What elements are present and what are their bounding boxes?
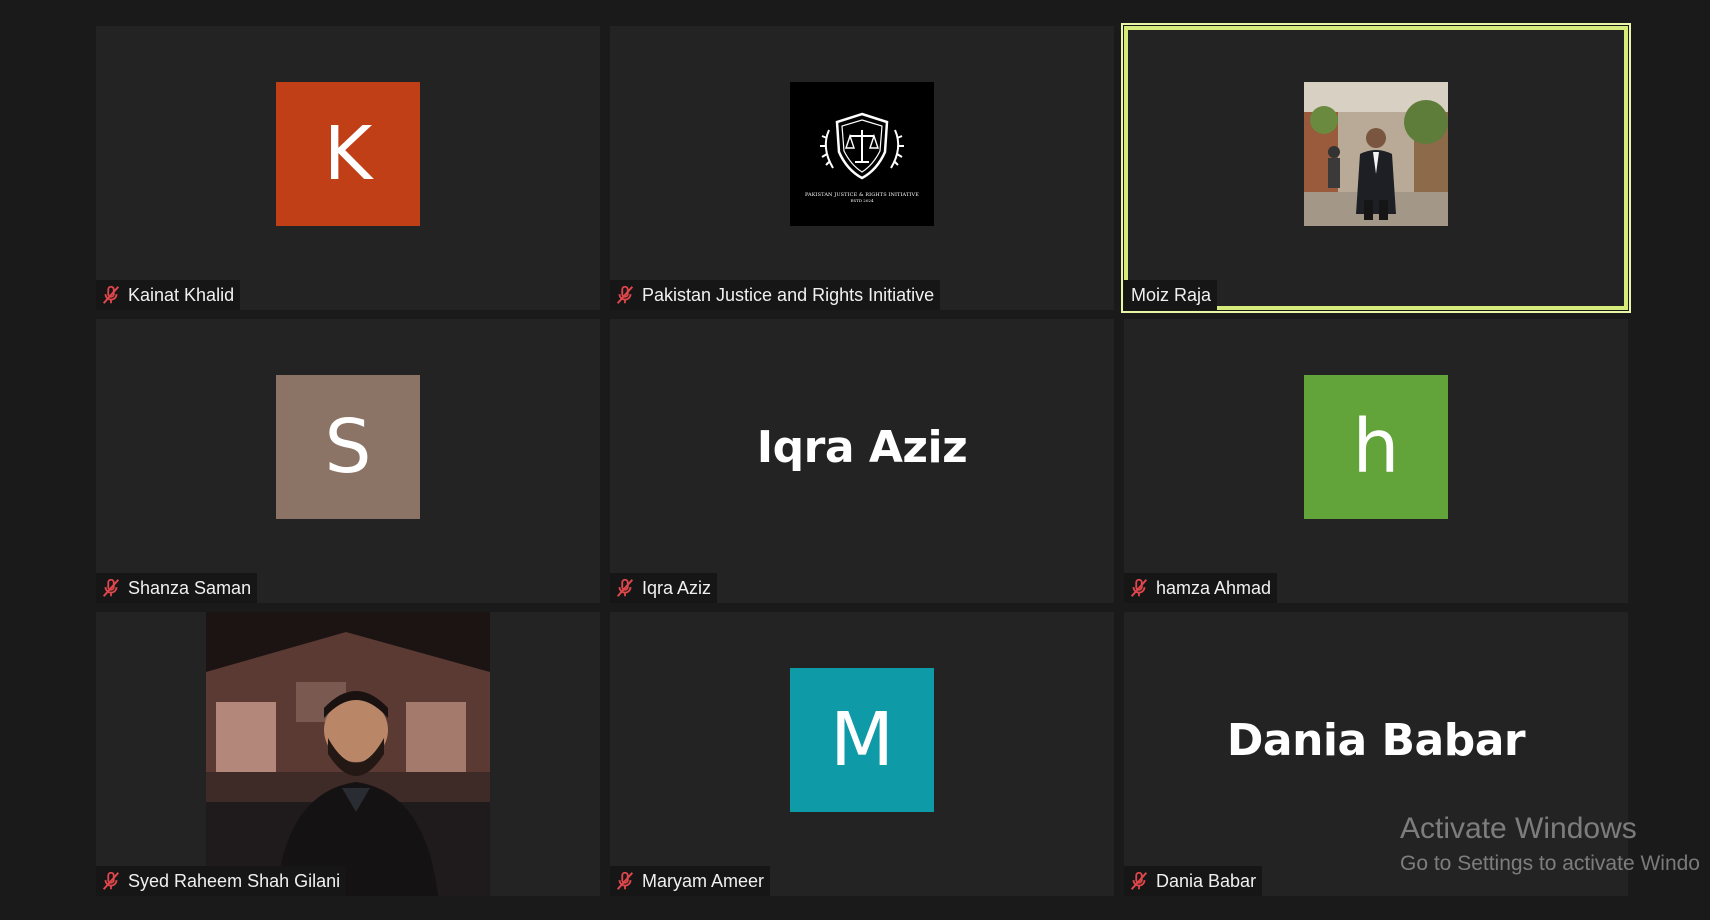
avatar-initial: S — [324, 404, 372, 490]
watermark-subtitle: Go to Settings to activate Windo — [1400, 852, 1700, 875]
participant-name: Dania Babar — [1156, 870, 1257, 891]
activate-windows-watermark: Activate Windows Go to Settings to activ… — [1400, 812, 1700, 876]
name-label: Pakistan Justice and Rights Initiative — [610, 280, 941, 310]
participant-name: Syed Raheem Shah Gilani — [128, 870, 341, 891]
mic-muted-icon — [100, 577, 122, 599]
mic-muted-icon — [100, 284, 122, 306]
watermark-title: Activate Windows — [1400, 812, 1637, 845]
name-label: Iqra Aziz — [610, 573, 718, 603]
name-label: Kainat Khalid — [96, 280, 241, 310]
avatar-initial: K — [323, 111, 373, 197]
participant-tile[interactable]: S Shanza Saman — [96, 319, 600, 603]
participant-tile[interactable]: PAKISTAN JUSTICE & RIGHTS INITIATIVE EST… — [610, 26, 1114, 310]
avatar: M — [790, 668, 934, 812]
participant-name: Moiz Raja — [1131, 284, 1212, 305]
avatar: K — [276, 82, 420, 226]
participant-grid: K Kainat Khalid PAKISTAN JUSTICE & RIGHT… — [96, 23, 1631, 896]
participant-tile[interactable]: Iqra Aziz Iqra Aziz — [610, 319, 1114, 603]
profile-photo — [206, 612, 490, 896]
name-label: Moiz Raja — [1124, 280, 1218, 310]
avatar-initial: M — [830, 697, 894, 783]
display-name-text: Iqra Aziz — [756, 421, 968, 473]
name-label: Maryam Ameer — [610, 866, 771, 896]
participant-tile[interactable]: Syed Raheem Shah Gilani — [96, 612, 600, 896]
name-label: Shanza Saman — [96, 573, 258, 603]
name-label: Dania Babar — [1124, 866, 1263, 896]
mic-muted-icon — [614, 284, 636, 306]
organization-logo: PAKISTAN JUSTICE & RIGHTS INITIATIVE EST… — [790, 82, 934, 226]
participant-name: Shanza Saman — [128, 577, 252, 598]
participant-tile[interactable]: M Maryam Ameer — [610, 612, 1114, 896]
name-label: Syed Raheem Shah Gilani — [96, 866, 347, 896]
name-label: hamza Ahmad — [1124, 573, 1278, 603]
logo-subtext: ESTD 2024 — [850, 198, 874, 203]
avatar-initial: h — [1352, 404, 1400, 490]
mic-muted-icon — [614, 870, 636, 892]
participant-name: Pakistan Justice and Rights Initiative — [642, 284, 935, 305]
avatar: h — [1304, 375, 1448, 519]
participant-name: Maryam Ameer — [642, 870, 765, 891]
participant-name: Iqra Aziz — [642, 577, 712, 598]
mic-muted-icon — [1128, 577, 1150, 599]
participant-name: hamza Ahmad — [1156, 577, 1272, 598]
mic-muted-icon — [100, 870, 122, 892]
participant-tile[interactable]: h hamza Ahmad — [1124, 319, 1628, 603]
avatar-photo — [1304, 82, 1448, 226]
mic-muted-icon — [1128, 870, 1150, 892]
scales-of-justice-icon — [820, 112, 904, 180]
participant-name: Kainat Khalid — [128, 284, 235, 305]
display-name-text: Dania Babar — [1226, 714, 1526, 766]
participant-video — [206, 612, 490, 896]
profile-photo — [1304, 82, 1448, 226]
mic-muted-icon — [614, 577, 636, 599]
participant-tile[interactable]: K Kainat Khalid — [96, 26, 600, 310]
avatar: S — [276, 375, 420, 519]
participant-tile-active-speaker[interactable]: Moiz Raja — [1121, 23, 1631, 313]
